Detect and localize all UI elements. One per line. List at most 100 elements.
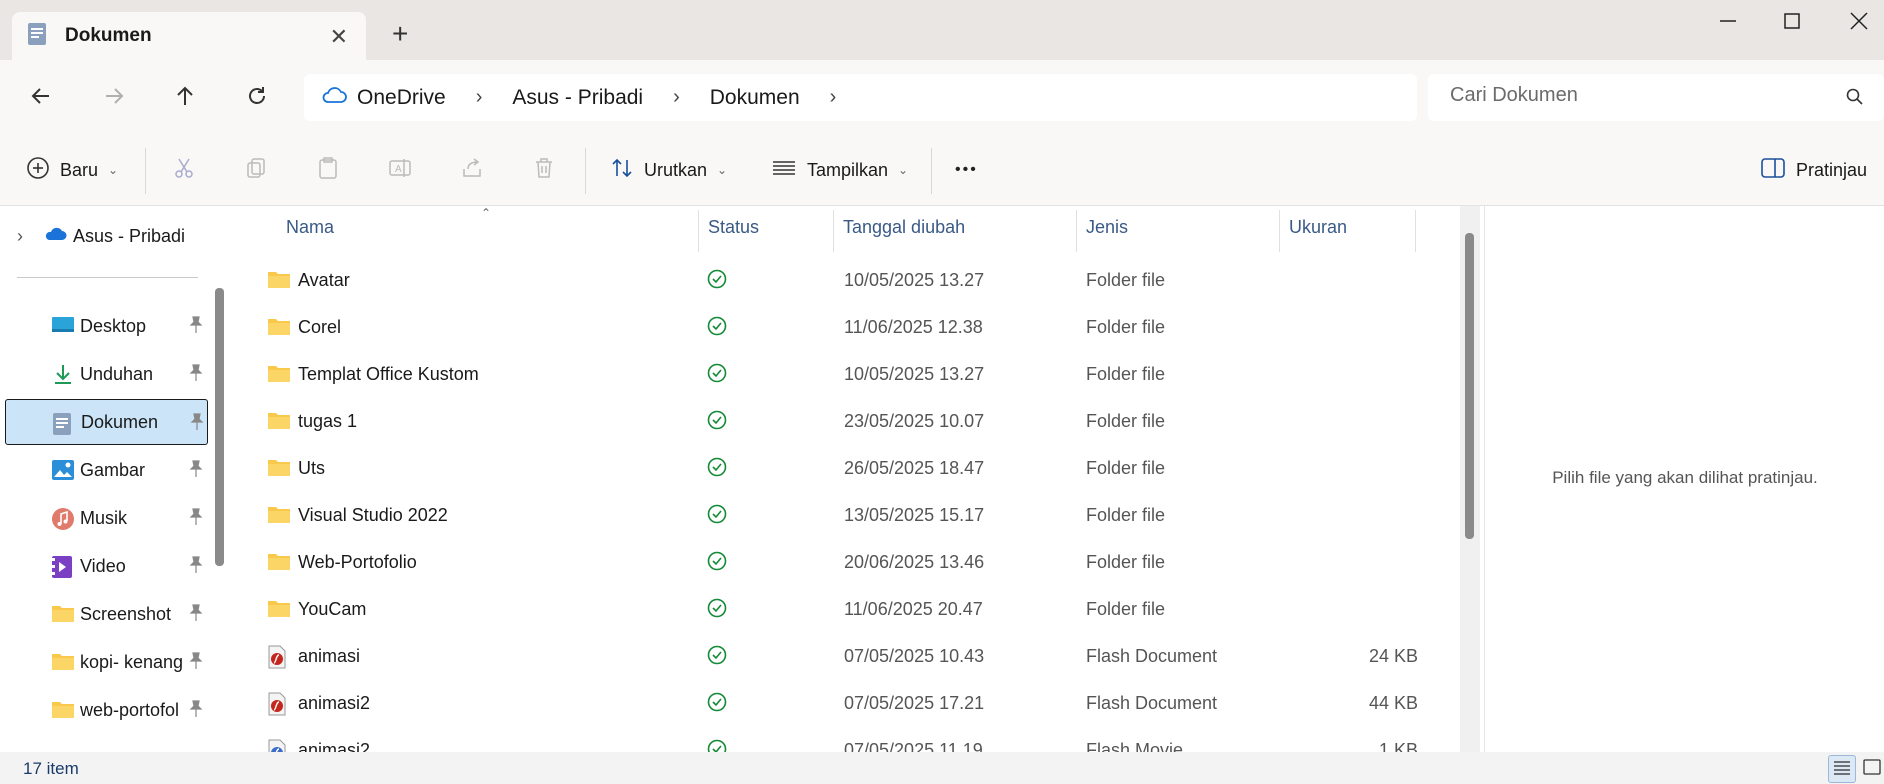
preview-pane: Pilih file yang akan dilihat pratinjau. xyxy=(1484,206,1884,752)
pin-icon[interactable] xyxy=(188,316,204,339)
sidebar-item-label: Gambar xyxy=(80,459,146,480)
pin-icon[interactable] xyxy=(189,413,205,436)
column-header-status[interactable]: Status xyxy=(708,206,759,248)
pin-icon[interactable] xyxy=(188,556,204,579)
pin-icon[interactable] xyxy=(188,460,204,483)
forward-button[interactable] xyxy=(94,78,134,118)
breadcrumb-asus-pribadi[interactable]: Asus - Pribadi xyxy=(512,86,643,110)
close-tab-icon[interactable]: ✕ xyxy=(330,24,348,50)
sort-icon xyxy=(610,156,634,185)
folder-icon xyxy=(51,651,75,676)
tab-dokumen[interactable]: Dokumen ✕ xyxy=(12,12,366,60)
preview-pane-button[interactable]: Pratinjau xyxy=(1760,134,1867,206)
table-row[interactable]: Avatar 10/05/2025 13.27 Folder file xyxy=(238,257,1418,304)
chevron-right-icon[interactable]: › xyxy=(476,86,483,109)
rename-button[interactable]: A xyxy=(388,134,412,206)
cut-button[interactable] xyxy=(172,134,196,206)
column-divider[interactable] xyxy=(833,210,834,252)
sidebar-item-video[interactable]: Video xyxy=(5,543,208,589)
sort-button[interactable]: Urutkan ⌄ xyxy=(610,134,727,206)
file-name: animasi2 xyxy=(298,740,371,752)
pin-icon[interactable] xyxy=(188,364,204,387)
table-row[interactable]: tugas 1 23/05/2025 10.07 Folder file xyxy=(238,398,1418,445)
column-divider[interactable] xyxy=(1279,210,1280,252)
copy-icon xyxy=(244,156,268,185)
new-button[interactable]: Baru ⌄ xyxy=(26,134,118,206)
synced-check-icon xyxy=(707,692,727,717)
table-row[interactable]: animasi2 07/05/2025 11.19 Flash Movie 1 … xyxy=(238,727,1418,752)
sidebar-item-web-portofolio[interactable]: web-portofol xyxy=(5,687,208,733)
share-icon xyxy=(460,156,484,185)
file-size: 24 KB xyxy=(1368,646,1418,666)
sidebar-item-screenshot[interactable]: Screenshot xyxy=(5,591,208,637)
search-icon[interactable] xyxy=(1846,88,1864,111)
table-row[interactable]: YouCam 11/06/2025 20.47 Folder file xyxy=(238,586,1418,633)
column-header-name[interactable]: Nama xyxy=(286,206,334,248)
sidebar-item-asus-pribadi[interactable]: › Asus - Pribadi xyxy=(17,218,185,254)
synced-check-icon xyxy=(707,551,727,576)
copy-button[interactable] xyxy=(244,134,268,206)
file-type: Folder file xyxy=(1086,458,1166,478)
sidebar-item-gambar[interactable]: Gambar xyxy=(5,447,208,493)
view-button[interactable]: Tampilkan ⌄ xyxy=(771,134,908,206)
sidebar-item-kopi-kenang[interactable]: kopi- kenang xyxy=(5,639,208,685)
maximize-icon[interactable] xyxy=(1781,10,1803,38)
file-name: Web-Portofolio xyxy=(298,552,417,572)
file-type: Flash Document xyxy=(1086,693,1218,713)
chevron-right-icon[interactable]: › xyxy=(17,226,23,247)
chevron-down-icon: ⌄ xyxy=(898,163,909,177)
table-row[interactable]: animasi2 07/05/2025 17.21 Flash Document… xyxy=(238,680,1418,727)
divider xyxy=(145,148,146,194)
synced-check-icon xyxy=(707,504,727,529)
column-header-type[interactable]: Jenis xyxy=(1086,206,1128,248)
sidebar-scrollbar[interactable] xyxy=(215,288,224,566)
tiles-view-button[interactable] xyxy=(1858,755,1884,783)
breadcrumb-onedrive[interactable]: OneDrive xyxy=(357,86,446,110)
new-tab-button[interactable]: + xyxy=(392,20,408,48)
preview-label: Pratinjau xyxy=(1796,159,1868,180)
music-icon xyxy=(51,507,75,536)
sort-label: Urutkan xyxy=(644,159,708,180)
table-row[interactable]: Uts 26/05/2025 18.47 Folder file xyxy=(238,445,1418,492)
close-window-icon[interactable] xyxy=(1848,10,1870,38)
column-header-date[interactable]: Tanggal diubah xyxy=(843,206,965,248)
search-box[interactable] xyxy=(1428,74,1884,121)
file-type: Folder file xyxy=(1086,552,1166,572)
up-button[interactable] xyxy=(165,78,205,118)
breadcrumb[interactable]: OneDrive › Asus - Pribadi › Dokumen › xyxy=(304,74,1417,121)
table-row[interactable]: Web-Portofolio 20/06/2025 13.46 Folder f… xyxy=(238,539,1418,586)
pin-icon[interactable] xyxy=(188,604,204,627)
flash-document-icon xyxy=(267,692,287,721)
column-header-size[interactable]: Ukuran xyxy=(1289,206,1347,248)
chevron-right-icon[interactable]: › xyxy=(673,86,680,109)
sidebar-item-musik[interactable]: Musik xyxy=(5,495,208,541)
column-divider[interactable] xyxy=(698,210,699,252)
sidebar-item-dokumen[interactable]: Dokumen xyxy=(5,399,208,445)
back-button[interactable] xyxy=(21,78,61,118)
chevron-right-icon[interactable]: › xyxy=(830,86,837,109)
more-options-button[interactable]: ••• xyxy=(955,134,978,206)
rename-icon: A xyxy=(388,156,412,185)
minimize-icon[interactable] xyxy=(1717,10,1739,38)
refresh-button[interactable] xyxy=(237,78,277,118)
table-row[interactable]: animasi 07/05/2025 10.43 Flash Document … xyxy=(238,633,1418,680)
breadcrumb-dokumen[interactable]: Dokumen xyxy=(710,86,800,110)
table-row[interactable]: Corel 11/06/2025 12.38 Folder file xyxy=(238,304,1418,351)
paste-button[interactable] xyxy=(316,134,340,206)
search-input[interactable] xyxy=(1450,84,1830,107)
column-divider[interactable] xyxy=(1415,210,1416,252)
column-divider[interactable] xyxy=(1076,210,1077,252)
sidebar-item-unduhan[interactable]: Unduhan xyxy=(5,351,208,397)
details-view-button[interactable] xyxy=(1828,755,1856,783)
pin-icon[interactable] xyxy=(188,700,204,723)
table-row[interactable]: Visual Studio 2022 13/05/2025 15.17 Fold… xyxy=(238,492,1418,539)
sidebar-item-desktop[interactable]: Desktop xyxy=(5,303,208,349)
video-icon xyxy=(51,555,73,584)
sidebar-item-label: Screenshot xyxy=(80,603,172,624)
delete-button[interactable] xyxy=(532,134,556,206)
file-list-scrollbar[interactable] xyxy=(1465,233,1474,539)
pin-icon[interactable] xyxy=(188,508,204,531)
pin-icon[interactable] xyxy=(188,652,204,675)
share-button[interactable] xyxy=(460,134,484,206)
table-row[interactable]: Templat Office Kustom 10/05/2025 13.27 F… xyxy=(238,351,1418,398)
